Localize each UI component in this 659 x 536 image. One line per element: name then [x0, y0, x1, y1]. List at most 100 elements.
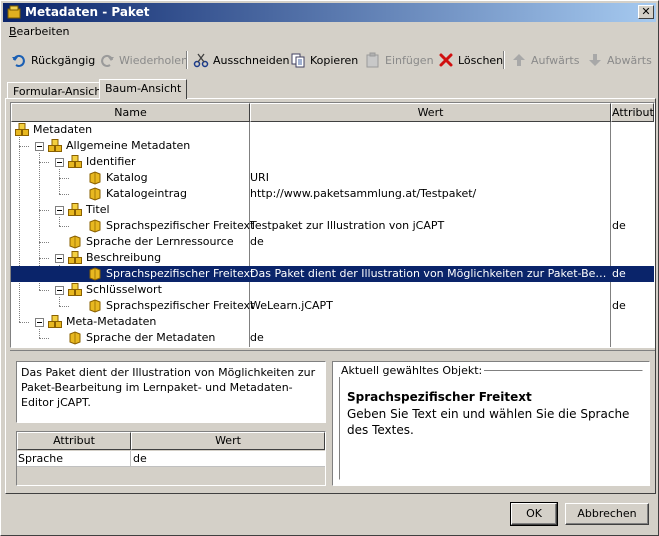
- leaf-node-icon: [89, 299, 101, 313]
- tree-node[interactable]: Sprachspezifischer Freitext: [75, 267, 254, 281]
- move-down-button[interactable]: Abwärts: [587, 49, 652, 71]
- metadata-tree-table: Name Wert Attribut Metadaten Allgemeine M…: [10, 102, 655, 348]
- paste-label: Einfügen: [385, 53, 434, 67]
- tree-node-label: Sprachspezifischer Freitext: [106, 299, 255, 312]
- tree-attribute-cell[interactable]: de: [612, 299, 652, 313]
- tree-value-cell[interactable]: Das Paket dient der Illustration von Mög…: [250, 267, 610, 281]
- tree-attribute-cell[interactable]: de: [612, 267, 652, 281]
- scissors-icon: [193, 53, 209, 68]
- column-header-wert[interactable]: Wert: [250, 103, 611, 122]
- value-text-area[interactable]: Das Paket dient der Illustration von Mög…: [16, 361, 326, 423]
- undo-button[interactable]: Rückgängig: [11, 49, 95, 71]
- menu-bearbeiten-mnemonic: B: [9, 25, 17, 38]
- tree-row[interactable]: Schlüsselwort: [11, 282, 654, 298]
- tree-node-label: Sprache der Metadaten: [86, 331, 216, 344]
- tree-value-cell[interactable]: http://www.paketsammlung.at/Testpaket/: [250, 187, 610, 201]
- tab-formular-ansicht[interactable]: Formular-Ansicht: [7, 82, 112, 99]
- folder-stack-icon: [68, 155, 82, 168]
- attr-header-attribut[interactable]: Attribut: [17, 432, 131, 450]
- collapse-toggle-icon[interactable]: [55, 205, 64, 215]
- folder-stack-icon: [48, 139, 62, 152]
- tree-value-cell[interactable]: de: [250, 235, 610, 249]
- selected-object-panel: Aktuell gewähltes Objekt: Sprachspezifis…: [332, 361, 650, 486]
- attr-name-cell: Sprache: [18, 452, 64, 465]
- tree-node[interactable]: Sprache der Metadaten: [55, 331, 215, 345]
- package-icon: [7, 5, 21, 19]
- attribute-table: Attribut Wert Sprache de: [16, 431, 326, 486]
- tree-node[interactable]: Allgemeine Metadaten: [35, 139, 190, 153]
- tree-row[interactable]: Beschreibung: [11, 250, 654, 266]
- tree-row[interactable]: Sprachspezifischer Freitext WeLearn.jCAPT…: [11, 298, 654, 314]
- tree-node[interactable]: Beschreibung: [55, 251, 161, 265]
- tree-node-label: Sprachspezifischer Freitext: [106, 267, 255, 280]
- move-up-label: Aufwärts: [531, 53, 580, 67]
- selected-object-legend: Aktuell gewähltes Objekt:: [339, 364, 485, 377]
- tree-row[interactable]: Metadaten: [11, 122, 654, 138]
- tab-formular-label: Formular-Ansicht: [13, 85, 106, 98]
- attr-header-wert[interactable]: Wert: [131, 432, 325, 450]
- move-up-button[interactable]: Aufwärts: [511, 49, 579, 71]
- paste-button[interactable]: Einfügen: [365, 49, 434, 71]
- tree-row[interactable]: Sprachspezifischer Freitext Das Paket die…: [11, 266, 654, 282]
- folder-stack-icon: [68, 283, 82, 296]
- selected-object-description: Geben Sie Text ein und wählen Sie die Sp…: [347, 407, 630, 437]
- tree-row[interactable]: Sprachspezifischer Freitext Testpaket zur…: [11, 218, 654, 234]
- toolbar-separator: [503, 51, 505, 69]
- tree-row[interactable]: Identifier: [11, 154, 654, 170]
- cancel-button[interactable]: Abbrechen: [565, 503, 649, 525]
- copy-button[interactable]: Kopieren: [290, 49, 358, 71]
- close-button[interactable]: ✕: [638, 5, 654, 19]
- tree-node[interactable]: Sprachspezifischer Freitext: [75, 219, 254, 233]
- menu-bearbeiten-label: earbeiten: [16, 25, 70, 38]
- column-header-attribut[interactable]: Attribut: [611, 103, 654, 122]
- folder-stack-icon: [68, 203, 82, 216]
- collapse-toggle-icon[interactable]: [35, 317, 44, 327]
- tree-node[interactable]: Titel: [55, 203, 110, 217]
- redo-label: Wiederholen: [119, 53, 189, 67]
- table-row[interactable]: Sprache de: [17, 451, 325, 467]
- menu-bar: Bearbeiten: [3, 23, 656, 41]
- tree-node[interactable]: Meta-Metadaten: [35, 315, 156, 329]
- ok-button[interactable]: OK: [510, 502, 558, 526]
- title-bar: Metadaten - Paket ✕: [3, 3, 656, 22]
- tree-node-label: Beschreibung: [86, 251, 162, 264]
- tree-node[interactable]: Identifier: [55, 155, 136, 169]
- tree-node[interactable]: Metadaten: [15, 123, 92, 137]
- tree-row[interactable]: Titel: [11, 202, 654, 218]
- cancel-label: Abbrechen: [577, 507, 637, 520]
- collapse-toggle-icon[interactable]: [55, 157, 64, 167]
- tree-value-cell[interactable]: URI: [250, 171, 610, 185]
- delete-button[interactable]: Löschen: [438, 49, 503, 71]
- toolbar: Rückgängig Wiederholen Ausschneiden Kopi…: [3, 45, 656, 75]
- tree-row[interactable]: Meta-Metadaten: [11, 314, 654, 330]
- tree-node-label: Schlüsselwort: [86, 283, 162, 296]
- tree-row[interactable]: Sprache der Metadaten de: [11, 330, 654, 346]
- tree-value-cell[interactable]: Testpaket zur Illustration von jCAPT: [250, 219, 610, 233]
- tree-row[interactable]: Katalog URI: [11, 170, 654, 186]
- tree-row[interactable]: Katalogeintrag http://www.paketsammlung.a…: [11, 186, 654, 202]
- delete-label: Löschen: [458, 53, 504, 67]
- arrow-down-icon: [589, 54, 601, 66]
- tree-value-cell[interactable]: WeLearn.jCAPT: [250, 299, 610, 313]
- tab-baum-ansicht[interactable]: Baum-Ansicht: [99, 79, 188, 99]
- tree-node[interactable]: Sprache der Lernressource: [55, 235, 234, 249]
- tree-row[interactable]: Allgemeine Metadaten: [11, 138, 654, 154]
- tree-node[interactable]: Katalog: [75, 171, 148, 185]
- menu-bearbeiten[interactable]: Bearbeiten: [9, 25, 69, 38]
- tree-attribute-cell[interactable]: de: [612, 219, 652, 233]
- redo-button[interactable]: Wiederholen: [99, 49, 188, 71]
- tree-node[interactable]: Katalogeintrag: [75, 187, 187, 201]
- column-header-name[interactable]: Name: [11, 103, 250, 122]
- collapse-toggle-icon[interactable]: [55, 253, 64, 263]
- tree-row[interactable]: Sprache der Lernressource de: [11, 234, 654, 250]
- collapse-toggle-icon[interactable]: [55, 285, 64, 295]
- cut-button[interactable]: Ausschneiden: [193, 49, 290, 71]
- collapse-toggle-icon[interactable]: [35, 141, 44, 151]
- redo-icon: [101, 54, 114, 67]
- arrow-up-icon: [513, 54, 525, 66]
- tree-value-cell[interactable]: de: [250, 331, 610, 345]
- tree-node[interactable]: Schlüsselwort: [55, 283, 162, 297]
- attr-value-cell[interactable]: de: [133, 452, 147, 465]
- undo-label: Rückgängig: [31, 53, 96, 67]
- tree-node[interactable]: Sprachspezifischer Freitext: [75, 299, 254, 313]
